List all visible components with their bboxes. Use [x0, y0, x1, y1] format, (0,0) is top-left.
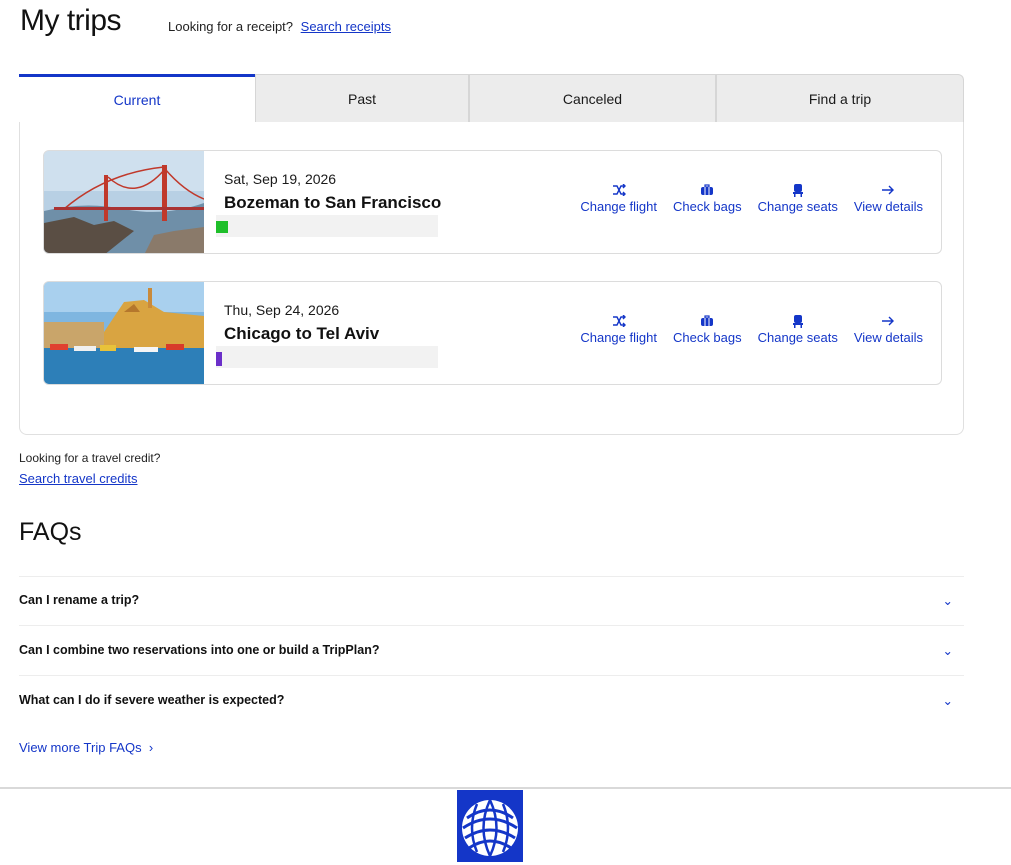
trip-actions: Change flight Check bags Change seats Vi…: [572, 181, 931, 214]
page-title: My trips: [20, 4, 122, 37]
trip-date: Thu, Sep 24, 2026: [224, 302, 340, 318]
faq-item[interactable]: Can I combine two reservations into one …: [19, 636, 959, 664]
trip-route: Chicago to Tel Aviv: [224, 324, 380, 343]
tab-current[interactable]: Current: [19, 74, 255, 122]
change-flight-button[interactable]: Change flight: [572, 312, 665, 345]
page-header: My trips: [20, 4, 122, 38]
change-flight-label: Change flight: [580, 330, 657, 345]
seat-icon: [792, 181, 804, 199]
trip-card: Thu, Sep 24, 2026 Chicago to Tel Aviv Ch…: [43, 281, 942, 385]
view-details-button[interactable]: View details: [846, 181, 931, 214]
trip-route: Bozeman to San Francisco: [224, 193, 442, 212]
change-seats-button[interactable]: Change seats: [750, 181, 846, 214]
tab-past[interactable]: Past: [255, 74, 469, 122]
arrow-right-icon: [881, 181, 895, 199]
united-globe-logo[interactable]: [455, 790, 525, 862]
faq-question: Can I rename a trip?: [19, 593, 140, 607]
trip-date: Sat, Sep 19, 2026: [224, 171, 337, 187]
view-details-button[interactable]: View details: [846, 312, 931, 345]
suitcase-icon: [700, 312, 714, 330]
destination-image: [44, 151, 204, 253]
view-details-label: View details: [853, 199, 923, 214]
check-bags-button[interactable]: Check bags: [665, 181, 750, 214]
trip-tabs: Current Past Canceled Find a trip: [19, 74, 964, 122]
faq-item[interactable]: What can I do if severe weather is expec…: [19, 686, 959, 714]
check-bags-label: Check bags: [672, 330, 742, 345]
trip-actions: Change flight Check bags Change seats Vi…: [572, 312, 931, 345]
suitcase-icon: [700, 181, 714, 199]
faq-question: Can I combine two reservations into one …: [19, 643, 380, 657]
chevron-right-icon: ›: [145, 740, 154, 755]
change-seats-button[interactable]: Change seats: [750, 312, 846, 345]
faq-question: What can I do if severe weather is expec…: [19, 693, 285, 707]
change-seats-label: Change seats: [757, 199, 838, 214]
footer-divider: [0, 787, 1011, 789]
check-bags-label: Check bags: [672, 199, 742, 214]
destination-image: [44, 282, 204, 384]
change-flight-label: Change flight: [580, 199, 657, 214]
chevron-down-icon: ⌄: [942, 643, 953, 658]
travel-credit-section: Looking for a travel credit? Search trav…: [19, 451, 160, 486]
divider: [19, 576, 964, 577]
arrow-right-icon: [881, 312, 895, 330]
check-bags-button[interactable]: Check bags: [665, 312, 750, 345]
shuffle-icon: [612, 312, 626, 330]
shuffle-icon: [612, 181, 626, 199]
travel-credit-prompt: Looking for a travel credit?: [19, 451, 161, 465]
view-details-label: View details: [853, 330, 923, 345]
confirmation-redacted: [216, 215, 438, 237]
receipt-prompt: Looking for a receipt?: [168, 19, 294, 34]
tab-find-a-trip[interactable]: Find a trip: [716, 74, 964, 122]
trip-card: Sat, Sep 19, 2026 Bozeman to San Francis…: [43, 150, 942, 254]
view-more-faqs-label: View more Trip FAQs: [19, 740, 142, 755]
change-seats-label: Change seats: [757, 330, 838, 345]
divider: [19, 675, 964, 676]
search-receipts-link[interactable]: Search receipts: [301, 19, 391, 34]
change-flight-button[interactable]: Change flight: [572, 181, 665, 214]
faq-heading: FAQs: [19, 518, 82, 546]
seat-icon: [792, 312, 804, 330]
chevron-down-icon: ⌄: [942, 693, 953, 708]
chevron-down-icon: ⌄: [942, 593, 953, 608]
tab-canceled[interactable]: Canceled: [469, 74, 716, 122]
confirmation-redacted: [216, 346, 438, 368]
view-more-faqs-link[interactable]: View more Trip FAQs ›: [19, 740, 153, 755]
receipt-row: Looking for a receipt? Search receipts: [168, 19, 391, 34]
search-travel-credits-link[interactable]: Search travel credits: [19, 471, 160, 486]
faq-item[interactable]: Can I rename a trip? ⌄: [19, 586, 959, 614]
divider: [19, 625, 964, 626]
